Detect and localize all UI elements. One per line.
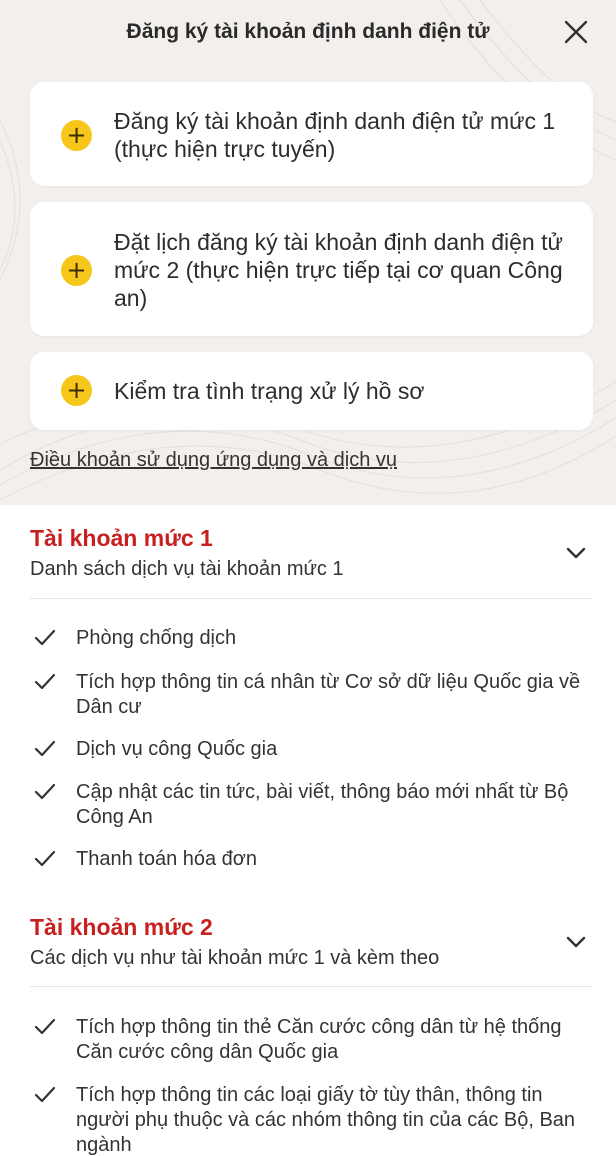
schedule-level2-card[interactable]: + Đặt lịch đăng ký tài khoản định danh đ… bbox=[30, 202, 593, 336]
card-label: Kiểm tra tình trạng xử lý hồ sơ bbox=[114, 378, 425, 404]
level2-header[interactable]: Tài khoản mức 2 Các dịch vụ như tài khoả… bbox=[30, 913, 593, 971]
list-item-label: Tích hợp thông tin các loại giấy tờ tùy … bbox=[76, 1084, 576, 1156]
check-icon bbox=[34, 629, 56, 646]
card-label: Đặt lịch đăng ký tài khoản định danh điệ… bbox=[114, 229, 563, 311]
level1-subtitle: Danh sách dịch vụ tài khoản mức 1 bbox=[30, 558, 344, 580]
header: Đăng ký tài khoản định danh điện tử bbox=[0, 0, 616, 66]
level2-subtitle: Các dịch vụ như tài khoản mức 1 và kèm t… bbox=[30, 947, 440, 969]
check-icon bbox=[34, 740, 56, 757]
list-item: Thanh toán hóa đơn bbox=[30, 847, 257, 872]
list-item: Phòng chống dịch bbox=[30, 626, 236, 651]
page-title: Đăng ký tài khoản định danh điện tử bbox=[126, 20, 490, 43]
check-icon bbox=[34, 783, 56, 800]
plus-icon: + bbox=[61, 120, 92, 151]
check-icon bbox=[34, 673, 56, 690]
card-label: Đăng ký tài khoản định danh điện tử mức … bbox=[114, 108, 556, 162]
chevron-down-icon[interactable] bbox=[565, 935, 587, 949]
list-item-label: Cập nhật các tin tức, bài viết, thông bá… bbox=[76, 781, 569, 828]
list-item-label: Tích hợp thông tin cá nhân từ Cơ sở dữ l… bbox=[76, 671, 581, 718]
list-item-label: Tích hợp thông tin thẻ Căn cước công dân… bbox=[76, 1016, 562, 1063]
terms-link[interactable]: Điều khoản sử dụng ứng dụng và dịch vụ bbox=[30, 449, 397, 472]
check-icon bbox=[34, 850, 56, 867]
level2-title: Tài khoản mức 2 bbox=[30, 914, 213, 940]
level1-title: Tài khoản mức 1 bbox=[30, 525, 213, 551]
list-item-label: Phòng chống dịch bbox=[76, 627, 237, 649]
divider bbox=[30, 986, 593, 987]
register-level1-card[interactable]: + Đăng ký tài khoản định danh điện tử mứ… bbox=[30, 82, 593, 186]
check-status-card[interactable]: + Kiểm tra tình trạng xử lý hồ sơ bbox=[30, 352, 593, 430]
list-item: Tích hợp thông tin thẻ Căn cước công dân… bbox=[30, 1015, 590, 1065]
chevron-down-icon[interactable] bbox=[565, 546, 587, 560]
list-item: Dịch vụ công Quốc gia bbox=[30, 737, 277, 762]
close-icon[interactable] bbox=[562, 18, 590, 46]
list-item: Tích hợp thông tin cá nhân từ Cơ sở dữ l… bbox=[30, 670, 600, 720]
check-icon bbox=[34, 1018, 56, 1035]
plus-icon: + bbox=[61, 375, 92, 406]
level1-header[interactable]: Tài khoản mức 1 Danh sách dịch vụ tài kh… bbox=[30, 524, 593, 582]
list-item: Tích hợp thông tin các loại giấy tờ tùy … bbox=[30, 1083, 600, 1156]
list-item-label: Dịch vụ công Quốc gia bbox=[76, 738, 278, 760]
check-icon bbox=[34, 1086, 56, 1103]
list-item-label: Thanh toán hóa đơn bbox=[76, 848, 258, 870]
top-panel: Đăng ký tài khoản định danh điện tử + Đă… bbox=[0, 0, 616, 505]
plus-icon: + bbox=[61, 255, 92, 286]
divider bbox=[30, 598, 593, 599]
list-item: Cập nhật các tin tức, bài viết, thông bá… bbox=[30, 780, 600, 830]
